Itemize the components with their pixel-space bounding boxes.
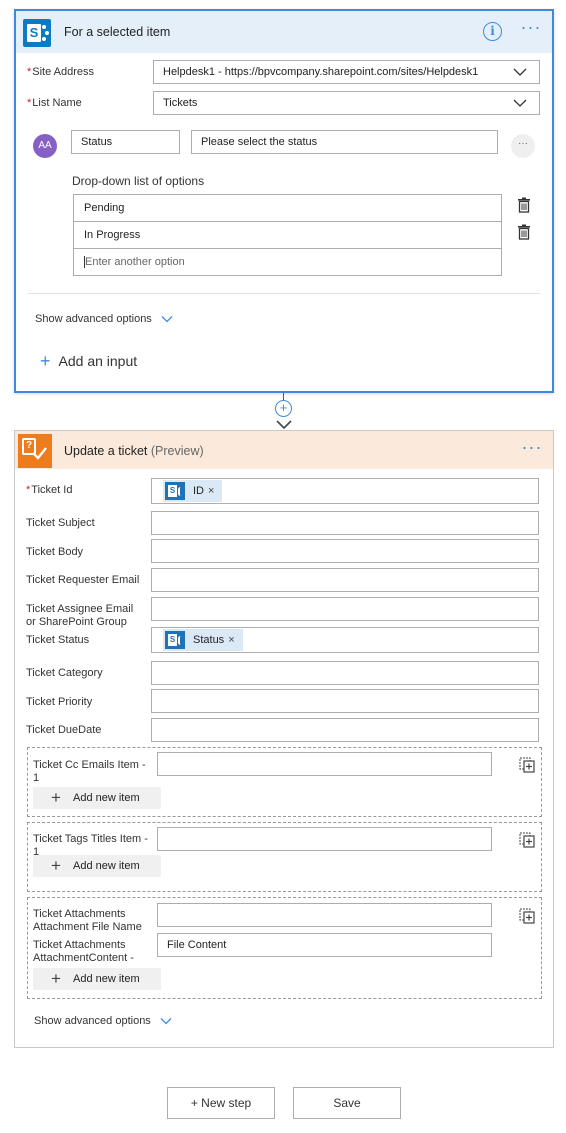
cc-emails-group: Ticket Cc Emails Item - 1 + Add new item — [27, 747, 542, 817]
remove-token-icon[interactable]: × — [228, 634, 234, 646]
ticket-duedate-label: Ticket DueDate — [26, 724, 102, 736]
sharepoint-icon: S — [165, 482, 185, 500]
show-advanced-label: Show advanced options — [34, 1015, 151, 1027]
attachment-file-name-label: Ticket Attachments Attachment File Name — [33, 908, 142, 933]
tags-titles-group: Ticket Tags Titles Item - 1 + Add new ite… — [27, 822, 542, 892]
options-list: Pending In Progress Enter another option — [73, 194, 502, 276]
list-name-dropdown[interactable]: Tickets — [153, 91, 540, 115]
show-advanced-label: Show advanced options — [35, 313, 152, 325]
tags-titles-field[interactable] — [157, 827, 492, 851]
chevron-down-icon — [160, 1018, 172, 1025]
option-item[interactable]: Pending — [74, 195, 501, 222]
site-address-label: *Site Address — [27, 66, 95, 78]
insert-step-icon[interactable]: + — [275, 400, 292, 417]
action-card: ? Update a ticket (Preview) ··· *Ticket … — [14, 430, 554, 1048]
status-token-label: Status — [193, 634, 225, 646]
add-new-item-label: Add new item — [73, 792, 140, 804]
info-icon[interactable]: i — [483, 22, 502, 41]
ticket-assignee-email-label: Ticket Assignee Email or SharePoint Grou… — [26, 603, 134, 628]
ticket-requester-email-field[interactable] — [151, 568, 539, 592]
ticket-requester-email-label: Ticket Requester Email — [26, 574, 140, 586]
ticket-duedate-field[interactable] — [151, 718, 539, 742]
chevron-down-icon — [513, 99, 527, 107]
divider — [28, 293, 540, 294]
ticket-status-field[interactable]: S Status × — [151, 627, 539, 653]
plus-icon: + — [40, 351, 51, 371]
status-token[interactable]: S Status × — [163, 629, 243, 651]
action-title: Update a ticket (Preview) — [64, 444, 204, 458]
ticket-subject-field[interactable] — [151, 511, 539, 535]
new-step-button[interactable]: + New step — [167, 1087, 275, 1119]
ticket-status-label: Ticket Status — [26, 634, 90, 646]
trigger-header[interactable]: S For a selected item i ··· — [16, 11, 552, 53]
add-new-item-button[interactable]: + Add new item — [33, 787, 161, 809]
more-options-icon[interactable]: ··· — [520, 18, 542, 41]
ticket-id-field[interactable]: S ID × — [151, 478, 539, 504]
arrow-down-icon — [276, 420, 292, 430]
plus-icon: + — [51, 788, 61, 807]
helpdesk-logo-icon: ? — [18, 434, 52, 468]
sharepoint-icon: S — [165, 631, 185, 649]
add-new-item-label: Add new item — [73, 860, 140, 872]
plus-icon: + — [51, 856, 61, 875]
cc-emails-field[interactable] — [157, 752, 492, 776]
trigger-card: S For a selected item i ··· *Site Addres… — [14, 9, 554, 393]
ticket-id-label: *Ticket Id — [26, 484, 73, 496]
cc-emails-label: Ticket Cc Emails Item - 1 — [33, 759, 146, 784]
list-name-label: *List Name — [27, 97, 82, 109]
attachment-file-name-field[interactable] — [157, 903, 492, 927]
id-token-label: ID — [193, 485, 204, 497]
attachments-group: Ticket Attachments Attachment File Name … — [27, 897, 542, 999]
remove-token-icon[interactable]: × — [208, 485, 214, 497]
input-type-avatar: AA — [33, 134, 57, 158]
add-new-item-button[interactable]: + Add new item — [33, 855, 161, 877]
ticket-category-field[interactable] — [151, 661, 539, 685]
chevron-down-icon — [513, 68, 527, 76]
attachment-content-field[interactable]: File Content — [157, 933, 492, 957]
trash-icon[interactable] — [517, 197, 531, 213]
ticket-priority-field[interactable] — [151, 689, 539, 713]
list-name-value: Tickets — [163, 97, 198, 109]
attachment-content-label: Ticket Attachments AttachmentContent - — [33, 939, 134, 964]
switch-to-array-icon[interactable] — [519, 757, 535, 773]
site-address-dropdown[interactable]: Helpdesk1 - https://bpvcompany.sharepoin… — [153, 60, 540, 84]
trigger-title: For a selected item — [64, 25, 171, 39]
site-address-value: Helpdesk1 - https://bpvcompany.sharepoin… — [163, 66, 479, 78]
action-header[interactable]: ? Update a ticket (Preview) ··· — [15, 431, 553, 469]
show-advanced-options-link[interactable]: Show advanced options — [34, 1015, 172, 1027]
new-option-placeholder: Enter another option — [85, 256, 185, 268]
trash-icon[interactable] — [517, 224, 531, 240]
id-token[interactable]: S ID × — [163, 480, 223, 502]
input-description-field[interactable]: Please select the status — [191, 130, 498, 154]
ticket-body-label: Ticket Body — [26, 546, 84, 558]
save-button[interactable]: Save — [293, 1087, 401, 1119]
options-title: Drop-down list of options — [72, 174, 205, 188]
input-more-button[interactable]: ··· — [511, 134, 535, 158]
switch-to-array-icon[interactable] — [519, 908, 535, 924]
plus-icon: + — [51, 969, 61, 988]
connector-line — [283, 393, 284, 400]
chevron-down-icon — [161, 316, 173, 323]
sharepoint-logo-icon: S — [23, 19, 51, 47]
option-item[interactable]: In Progress — [74, 222, 501, 249]
more-options-icon[interactable]: ··· — [521, 438, 543, 456]
add-an-input-button[interactable]: + Add an input — [40, 351, 137, 372]
add-input-label: Add an input — [58, 353, 138, 369]
ticket-assignee-email-field[interactable] — [151, 597, 539, 621]
ticket-category-label: Ticket Category — [26, 667, 103, 679]
add-new-item-button[interactable]: + Add new item — [33, 968, 161, 990]
ticket-subject-label: Ticket Subject — [26, 517, 95, 529]
ticket-priority-label: Ticket Priority — [26, 696, 93, 708]
add-new-item-label: Add new item — [73, 973, 140, 985]
switch-to-array-icon[interactable] — [519, 832, 535, 848]
new-option-input[interactable]: Enter another option — [74, 249, 501, 276]
input-name-field[interactable]: Status — [71, 130, 180, 154]
ticket-body-field[interactable] — [151, 539, 539, 563]
show-advanced-options-link[interactable]: Show advanced options — [35, 313, 173, 325]
